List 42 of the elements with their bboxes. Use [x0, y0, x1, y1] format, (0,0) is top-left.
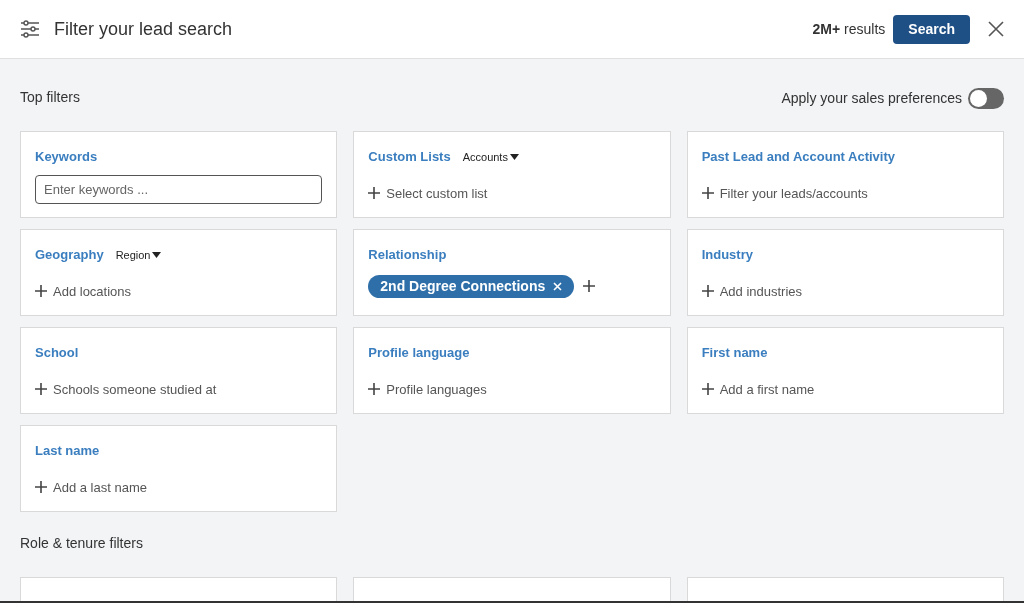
plus-icon — [701, 285, 714, 298]
caret-icon — [509, 153, 519, 160]
plus-icon — [35, 383, 47, 396]
add-filter-link[interactable]: Add a last name — [35, 477, 147, 497]
filter-title: Profile language — [368, 344, 470, 362]
filter-title: First name — [701, 344, 768, 362]
filter-title: Custom Lists — [368, 148, 451, 166]
dropdown[interactable]: Accounts — [462, 148, 519, 165]
plus-icon — [368, 383, 381, 396]
toggle-switch[interactable] — [968, 88, 1004, 109]
add-filter-link[interactable]: Add locations — [35, 281, 132, 301]
dropdown[interactable]: Region — [115, 246, 162, 263]
filter-chip[interactable]: 2nd Degree Connections — [368, 274, 575, 298]
filter-icon — [20, 20, 40, 38]
filter-title: Last name — [35, 442, 100, 460]
add-filter-link[interactable]: Add industries — [701, 281, 803, 301]
section-heading: Top filters — [20, 88, 80, 107]
filter-title: Industry — [701, 246, 753, 264]
plus-icon — [701, 383, 714, 396]
results-count: 2M+ results — [812, 19, 886, 39]
plus-icon — [35, 285, 47, 298]
add-filter-link[interactable]: Profile languages — [368, 379, 487, 399]
toggle-label: Apply your sales preferences — [781, 89, 962, 108]
filter-title: Keywords — [35, 148, 98, 166]
close-icon[interactable] — [988, 21, 1004, 37]
filter-title: Geography — [35, 246, 104, 264]
section-heading: Role & tenure filters — [20, 535, 143, 551]
keywords-field[interactable]: Enter keywords ... — [35, 174, 323, 204]
add-filter-link[interactable]: Add a first name — [701, 379, 815, 399]
plus-icon — [701, 187, 714, 200]
plus-icon — [583, 280, 596, 292]
window-title: Filter your lead search — [54, 17, 233, 41]
add-filter-link[interactable]: Select custom list — [368, 183, 488, 203]
filter-title: Relationship — [368, 246, 447, 264]
filter-title: School — [35, 344, 79, 362]
add-filter-link[interactable]: Schools someone studied at — [35, 379, 217, 399]
filter-title: Past Lead and Account Activity — [701, 148, 895, 166]
search-button[interactable]: Search — [893, 14, 970, 44]
caret-icon — [152, 251, 162, 258]
plus-icon — [35, 481, 47, 494]
add-filter-link[interactable]: Filter your leads/accounts — [701, 183, 868, 203]
plus-icon — [368, 187, 381, 200]
